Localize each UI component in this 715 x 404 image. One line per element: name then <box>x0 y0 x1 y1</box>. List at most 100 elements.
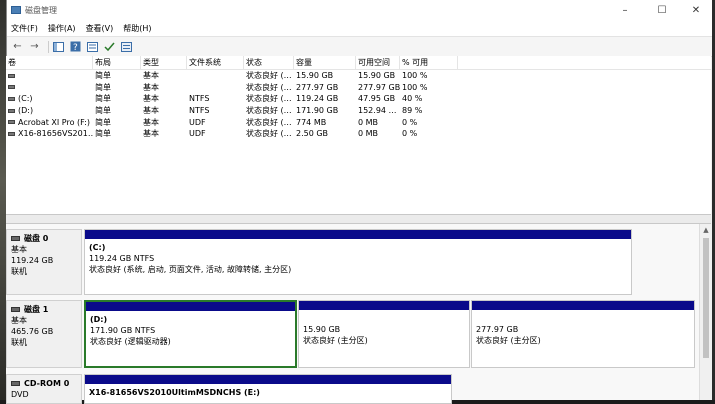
cell-capacity: 171.90 GB <box>294 105 356 117</box>
pane-splitter[interactable] <box>6 214 711 224</box>
cell-capacity-text: 277.97 GB <box>296 82 339 92</box>
cell-filesystem: NTFS <box>187 105 244 117</box>
menu-help[interactable]: 帮助(H) <box>123 23 151 34</box>
disk-map-scrollbar[interactable]: ▲ <box>699 224 712 400</box>
cell-layout: 简单 <box>93 93 141 105</box>
toolbar: ← → ? <box>7 37 712 57</box>
table-row[interactable]: (C:) 简单 基本 NTFS 状态良好 (… 119.24 GB 47.95 GB 40 % <box>6 93 711 105</box>
menu-view[interactable]: 查看(V) <box>86 23 114 34</box>
menu-action[interactable]: 操作(A) <box>48 23 76 34</box>
cell-type-text: 基本 <box>143 71 159 80</box>
cell-free-space: 0 MB <box>356 117 400 129</box>
disk-0-label[interactable]: 磁盘 0 基本 119.24 GB 联机 <box>6 229 82 295</box>
cell-status: 状态良好 (… <box>244 128 294 140</box>
cell-free-space-text: 0 MB <box>358 129 379 139</box>
scroll-thumb[interactable] <box>703 238 709 358</box>
cell-volume-text: Acrobat XI Pro (F:) <box>18 117 90 127</box>
drive-icon <box>8 131 15 136</box>
cdrom-0-title: CD-ROM 0 <box>11 378 81 389</box>
scroll-up-icon[interactable]: ▲ <box>700 224 712 236</box>
cell-layout: 简单 <box>93 128 141 140</box>
cell-layout: 简单 <box>93 105 141 117</box>
help-icon[interactable]: ? <box>69 40 82 53</box>
menu-file[interactable]: 文件(F) <box>11 23 38 34</box>
cell-free-space-text: 0 MB <box>358 117 379 127</box>
cell-percent-free: 100 % <box>400 70 458 82</box>
disk-0-title: 磁盘 0 <box>11 233 81 244</box>
minimize-button[interactable]: – <box>608 0 642 20</box>
cdrom-0-type: DVD <box>11 390 29 399</box>
cell-filesystem-text: UDF <box>189 117 206 127</box>
partition-title: (C:) <box>89 243 106 252</box>
cell-layout-text: 简单 <box>95 94 111 104</box>
header-percent-free[interactable]: % 可用 <box>400 56 458 69</box>
table-row[interactable]: X16-81656VS201… 简单 基本 UDF 状态良好 (… 2.50 GB 0 MB… <box>6 128 711 140</box>
header-free-space[interactable]: 可用空间 <box>356 56 400 69</box>
cell-status-text: 状态良好 (… <box>246 129 292 139</box>
drive-icon <box>8 120 15 125</box>
optical-drive-icon <box>11 381 20 386</box>
forward-arrow-icon[interactable]: → <box>28 40 41 53</box>
cell-capacity-text: 15.90 GB <box>296 71 334 80</box>
cell-status: 状态良好 (… <box>244 117 294 129</box>
header-capacity[interactable]: 容量 <box>294 56 356 69</box>
header-type[interactable]: 类型 <box>141 56 187 69</box>
table-row[interactable]: 简单 基本 状态良好 (… 15.90 GB 15.90 GB 100 % <box>6 70 711 82</box>
table-row[interactable]: 简单 基本 状态良好 (… 277.97 GB 277.97 GB 100 % <box>6 82 711 94</box>
maximize-button[interactable]: ☐ <box>645 0 679 20</box>
cell-filesystem-text: UDF <box>189 129 206 139</box>
cell-free-space: 47.95 GB <box>356 93 400 105</box>
disk-management-app-icon <box>11 6 21 14</box>
cell-free-space: 152.94 … <box>356 105 400 117</box>
header-status[interactable]: 状态 <box>244 56 294 69</box>
settings-list-icon[interactable] <box>120 40 133 53</box>
close-button[interactable]: ✕ <box>679 0 712 20</box>
header-layout[interactable]: 布局 <box>93 56 141 69</box>
drive-icon <box>8 85 15 90</box>
console-tree-icon[interactable] <box>52 40 65 53</box>
cell-layout: 简单 <box>93 82 141 94</box>
check-icon[interactable] <box>103 40 116 53</box>
back-arrow-icon[interactable]: ← <box>11 40 24 53</box>
table-row[interactable]: (D:) 简单 基本 NTFS 状态良好 (… 171.90 GB 152.94 … 89 % <box>6 105 711 117</box>
disk-1-type: 基本 <box>11 316 27 325</box>
disk-1-status: 联机 <box>11 338 27 347</box>
cdrom-0-name: CD-ROM 0 <box>24 379 70 388</box>
table-row[interactable]: Acrobat XI Pro (F:) 简单 基本 UDF 状态良好 (… 774 MB 0… <box>6 117 711 129</box>
cell-filesystem <box>187 82 244 94</box>
partition-unlabeled-2[interactable]: 277.97 GB 状态良好 (主分区) <box>471 300 695 368</box>
partition-bar <box>85 230 631 239</box>
properties-icon[interactable] <box>86 40 99 53</box>
partition-unlabeled-1[interactable]: 15.90 GB 状态良好 (主分区) <box>298 300 470 368</box>
cell-layout-text: 简单 <box>95 71 111 80</box>
partition-d[interactable]: (D:) 171.90 GB NTFS 状态良好 (逻辑驱动器) <box>84 300 297 368</box>
cell-capacity: 15.90 GB <box>294 70 356 82</box>
cell-type: 基本 <box>141 117 187 129</box>
partition-size: 15.90 GB <box>303 325 341 334</box>
partition-size: 277.97 GB <box>476 325 519 334</box>
partition-bar <box>299 301 469 310</box>
toolbar-separator <box>48 40 49 53</box>
cell-status-text: 状态良好 (… <box>246 71 292 80</box>
partition-c[interactable]: (C:) 119.24 GB NTFS 状态良好 (系统, 启动, 页面文件, … <box>84 229 632 295</box>
cell-capacity: 774 MB <box>294 117 356 129</box>
cell-percent-free-text: 100 % <box>402 71 428 80</box>
cell-status: 状态良好 (… <box>244 105 294 117</box>
cell-status-text: 状态良好 (… <box>246 117 292 127</box>
cell-filesystem: UDF <box>187 117 244 129</box>
header-filesystem[interactable]: 文件系统 <box>187 56 244 69</box>
cell-capacity: 119.24 GB <box>294 93 356 105</box>
volume-rows: 简单 基本 状态良好 (… 15.90 GB 15.90 GB 100 % 简单 基本 状态良好… <box>6 70 711 140</box>
disk-1-label[interactable]: 磁盘 1 基本 465.76 GB 联机 <box>6 300 82 368</box>
header-volume[interactable]: 卷 <box>6 56 93 69</box>
svg-text:?: ? <box>73 43 78 52</box>
cell-status-text: 状态良好 (… <box>246 106 292 116</box>
partition-status: 状态良好 (主分区) <box>303 336 368 345</box>
cell-percent-free: 0 % <box>400 128 458 140</box>
cell-volume: X16-81656VS201… <box>6 128 93 140</box>
cell-capacity-text: 171.90 GB <box>296 106 339 116</box>
cell-type: 基本 <box>141 82 187 94</box>
cell-free-space-text: 152.94 … <box>358 106 397 116</box>
cell-capacity: 277.97 GB <box>294 82 356 94</box>
cell-status-text: 状态良好 (… <box>246 94 292 104</box>
